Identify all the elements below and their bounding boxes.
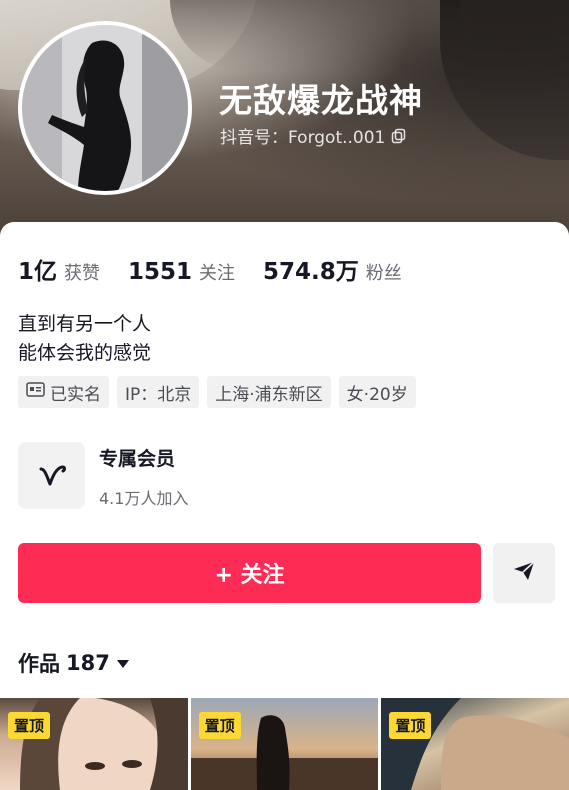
stat-likes[interactable]: 1亿 获赞 <box>18 252 100 286</box>
works-grid: 置顶 置顶 置顶 <box>0 698 569 790</box>
bio-line: 能体会我的感觉 <box>18 342 152 364</box>
vip-subtitle: 4.1万人加入 <box>99 489 189 508</box>
tag-gender-age: 女·20岁 <box>338 376 416 408</box>
video-thumbnail[interactable]: 置顶 <box>381 698 569 790</box>
video-thumbnail[interactable]: 置顶 <box>190 698 379 790</box>
stat-label: 关注 <box>199 263 236 284</box>
vip-text: 专属会员 4.1万人加入 <box>99 442 188 509</box>
follow-button[interactable]: + 关注 <box>18 543 481 603</box>
pinned-badge: 置顶 <box>8 712 51 739</box>
tag-label: 女·20岁 <box>346 384 408 405</box>
id-card-icon <box>26 382 45 402</box>
bio-line: 直到有另一个人 <box>18 313 152 335</box>
banner-decoration <box>440 0 569 160</box>
stats-row: 1亿 获赞 1551 关注 574.8万 粉丝 <box>18 252 430 286</box>
profile-card: 1亿 获赞 1551 关注 574.8万 粉丝 直到有另一个人 能体会我的感觉 <box>0 222 569 790</box>
pinned-badge: 置顶 <box>389 712 432 739</box>
works-label: 作品 <box>18 652 60 676</box>
tag-ip: IP：北京 <box>117 376 200 408</box>
video-thumbnail[interactable]: 置顶 <box>0 698 188 790</box>
tag-label: IP：北京 <box>125 384 192 405</box>
stat-value: 574.8万 <box>263 259 359 285</box>
stat-label: 获赞 <box>64 263 101 284</box>
tag-label: 上海·浦东新区 <box>215 384 323 405</box>
pinned-badge: 置顶 <box>198 712 241 739</box>
bio: 直到有另一个人 能体会我的感觉 <box>18 310 151 368</box>
douyin-id: 抖音号：Forgot..001 <box>220 128 386 148</box>
tag-verified[interactable]: 已实名 <box>18 376 109 408</box>
avatar[interactable] <box>18 21 192 195</box>
share-button[interactable] <box>493 543 555 603</box>
stat-followers[interactable]: 574.8万 粉丝 <box>263 252 402 286</box>
stat-value: 1亿 <box>18 259 58 285</box>
vip-v-icon[interactable] <box>18 442 85 509</box>
share-arrow-icon <box>512 560 536 586</box>
tag-label: 已实名 <box>50 384 101 405</box>
stat-label: 粉丝 <box>365 263 402 284</box>
nickname: 无敌爆龙战神 <box>219 81 423 120</box>
works-count: 187 <box>66 651 110 675</box>
stat-value: 1551 <box>128 259 193 285</box>
banner-decoration <box>170 0 460 70</box>
follow-label: + 关注 <box>214 563 285 588</box>
tag-location: 上海·浦东新区 <box>207 376 331 408</box>
dropdown-caret-icon[interactable] <box>116 654 130 673</box>
stat-following[interactable]: 1551 关注 <box>128 259 235 285</box>
copy-icon[interactable] <box>391 128 407 144</box>
vip-title: 专属会员 <box>99 448 176 470</box>
vip-membership[interactable]: 专属会员 4.1万人加入 <box>18 442 188 509</box>
tab-works[interactable]: 作品 187 <box>18 648 130 678</box>
profile-tags: 已实名 IP：北京 上海·浦东新区 女·20岁 <box>18 376 416 408</box>
douyin-id-row[interactable]: 抖音号：Forgot..001 <box>220 123 407 148</box>
profile-banner: 无敌爆龙战神 抖音号：Forgot..001 <box>0 0 569 240</box>
